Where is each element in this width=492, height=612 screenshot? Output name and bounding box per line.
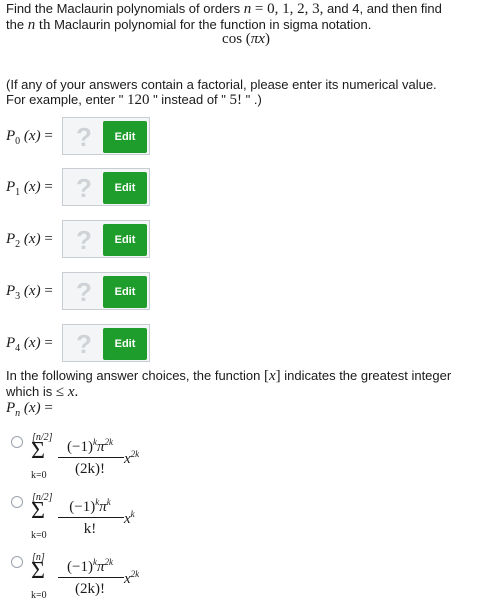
p0-answer-field[interactable]: ? Edit xyxy=(62,117,150,155)
choice-1-formula: [n/2] Σ k=0 (−1)kπ2k (2k)! x2k xyxy=(30,432,180,492)
p3-placeholder: ? xyxy=(76,277,92,307)
choice-1-radio[interactable] xyxy=(11,436,23,448)
choice-1-sigma: Σ xyxy=(31,438,45,464)
pn-label: Pn (x) = xyxy=(6,400,53,419)
choice-2-numerator: (−1)kπk xyxy=(69,497,111,515)
choice-2-fraction-bar xyxy=(58,517,124,518)
p0-label: P0 (x) = xyxy=(6,127,53,147)
choice-1-denominator: (2k)! xyxy=(75,461,105,477)
choice-2-formula: [n/2] Σ k=0 (−1)kπk k! xk xyxy=(30,492,180,552)
p2-row: P2 (x) = ? Edit xyxy=(6,220,150,260)
p4-edit-button[interactable]: Edit xyxy=(103,328,147,360)
intro-line-2: which is ≤ x. xyxy=(6,384,79,400)
p2-label: P2 (x) = xyxy=(6,230,53,250)
function-display: cos (πx) xyxy=(222,31,270,47)
p1-placeholder: ? xyxy=(76,173,92,203)
p3-label: P3 (x) = xyxy=(6,282,53,302)
choice-3-formula: [n] Σ k=0 (−1)kπ2k (2k)! x2k xyxy=(30,552,180,612)
choice-2-x-power: xk xyxy=(124,509,135,527)
p4-row: P4 (x) = ? Edit xyxy=(6,324,150,364)
factorial-note: (If any of your answers contain a factor… xyxy=(6,77,486,108)
p2-edit-button[interactable]: Edit xyxy=(103,224,147,256)
p3-row: P3 (x) = ? Edit xyxy=(6,272,150,312)
choice-3-sigma: Σ xyxy=(31,558,45,584)
p4-label: P4 (x) = xyxy=(6,334,53,354)
choice-3-fraction-bar xyxy=(58,577,124,578)
note-line-1: (If any of your answers contain a factor… xyxy=(6,77,437,92)
p4-answer-field[interactable]: ? Edit xyxy=(62,324,150,362)
p2-placeholder: ? xyxy=(76,225,92,255)
choice-1-x-power: x2k xyxy=(124,449,140,467)
note-line-2: For example, enter " 120 " instead of " … xyxy=(6,92,262,108)
p1-row: P1 (x) = ? Edit xyxy=(6,168,150,208)
choice-1-lower: k=0 xyxy=(31,470,47,481)
p1-edit-button[interactable]: Edit xyxy=(103,172,147,204)
choice-2-denominator: k! xyxy=(83,521,97,537)
p1-answer-field[interactable]: ? Edit xyxy=(62,168,150,206)
choice-2-sigma: Σ xyxy=(31,498,45,524)
choice-1-numerator: (−1)kπ2k xyxy=(67,437,113,455)
p0-placeholder: ? xyxy=(76,122,92,152)
question-prompt: Find the Maclaurin polynomials of orders… xyxy=(6,1,486,33)
choice-3-denominator: (2k)! xyxy=(75,581,105,597)
intro-line-1: In the following answer choices, the fun… xyxy=(6,368,452,384)
choice-3-numerator: (−1)kπ2k xyxy=(67,557,113,575)
choice-3-lower: k=0 xyxy=(31,590,47,601)
choice-2-radio[interactable] xyxy=(11,496,23,508)
choice-3-x-power: x2k xyxy=(124,569,140,587)
p1-label: P1 (x) = xyxy=(6,178,53,198)
p0-edit-button[interactable]: Edit xyxy=(103,121,147,153)
choice-2-lower: k=0 xyxy=(31,530,47,541)
p3-answer-field[interactable]: ? Edit xyxy=(62,272,150,310)
p3-edit-button[interactable]: Edit xyxy=(103,276,147,308)
choice-1-fraction-bar xyxy=(58,457,124,458)
p2-answer-field[interactable]: ? Edit xyxy=(62,220,150,258)
choice-3-radio[interactable] xyxy=(11,556,23,568)
prompt-line-1: Find the Maclaurin polynomials of orders… xyxy=(6,1,442,17)
p4-placeholder: ? xyxy=(76,329,92,359)
choices-intro: In the following answer choices, the fun… xyxy=(6,368,486,422)
p0-row: P0 (x) = ? Edit xyxy=(6,117,150,157)
